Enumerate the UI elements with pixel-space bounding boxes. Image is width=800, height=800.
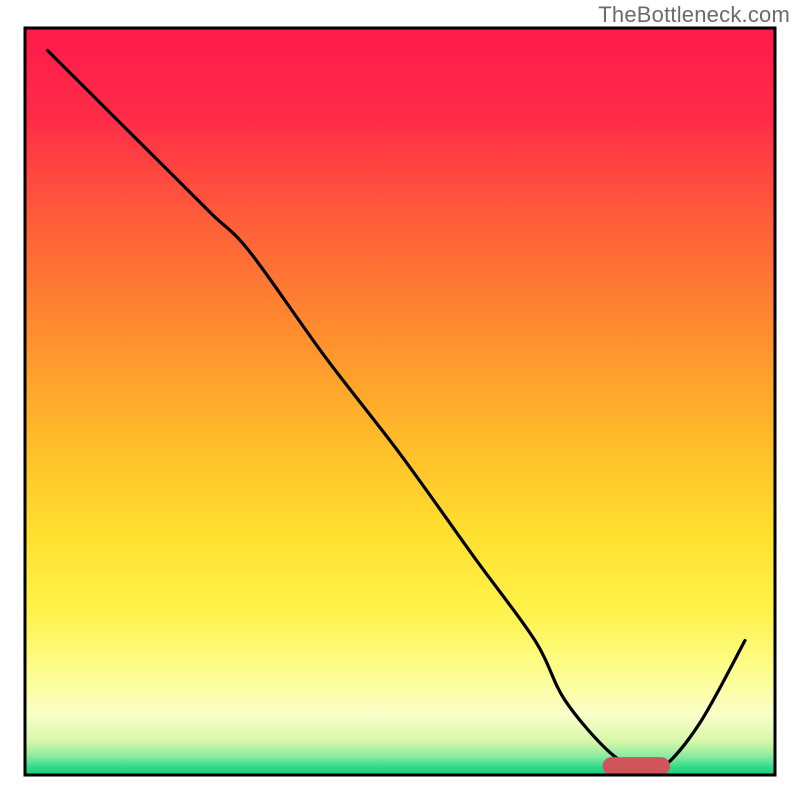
optimal-marker — [603, 757, 671, 775]
bottleneck-chart: TheBottleneck.com — [0, 0, 800, 800]
watermark-label: TheBottleneck.com — [598, 2, 790, 28]
chart-svg — [0, 0, 800, 800]
